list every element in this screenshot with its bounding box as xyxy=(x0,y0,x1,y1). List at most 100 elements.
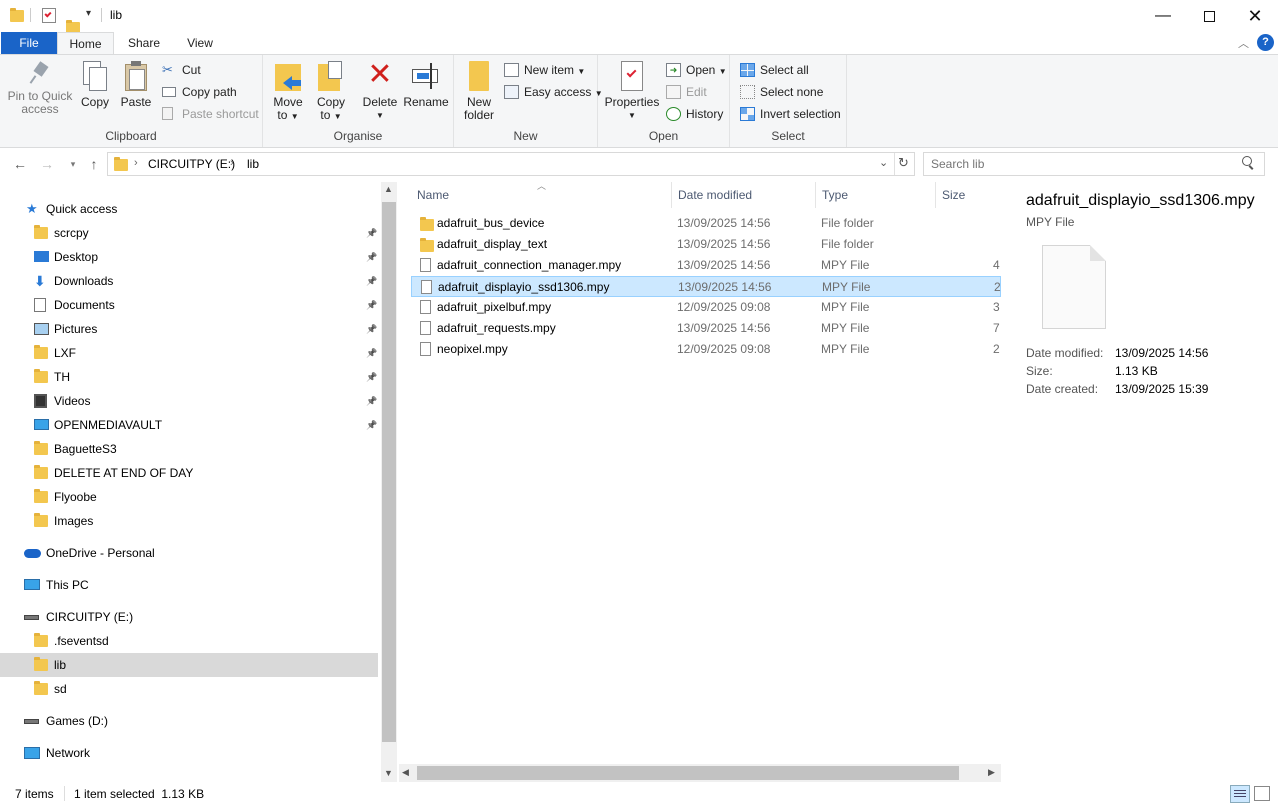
tab-share[interactable]: Share xyxy=(119,32,169,55)
select-none-button[interactable]: Select none xyxy=(740,82,823,102)
sidebar-item-delete-at-end-of-day[interactable]: DELETE AT END OF DAY xyxy=(34,461,378,485)
back-arrow-icon[interactable]: ← xyxy=(11,154,29,174)
refresh-icon[interactable]: ↻ xyxy=(898,155,909,171)
nav-fseventsd[interactable]: .fseventsd xyxy=(34,629,109,653)
nav-drive-e[interactable]: CIRCUITPY (E:) xyxy=(24,605,133,629)
nav-this-pc[interactable]: This PC xyxy=(24,573,89,597)
tab-view[interactable]: View xyxy=(176,32,224,55)
file-name: adafruit_displayio_ssd1306.mpy xyxy=(438,280,610,294)
pin-icon: 📌 xyxy=(366,276,378,286)
cut-button[interactable]: ✂ Cut xyxy=(162,60,201,80)
rename-button[interactable]: Rename xyxy=(403,61,449,109)
file-row[interactable]: neopixel.mpy 12/09/2025 09:08 MPY File 2 K xyxy=(411,339,1001,360)
nav-network[interactable]: Network xyxy=(24,741,90,765)
scroll-right-icon[interactable]: ▶ xyxy=(988,767,995,778)
sidebar-item-downloads[interactable]: ⬇ Downloads 📌 xyxy=(34,269,378,293)
tab-file[interactable]: File xyxy=(1,32,57,55)
invert-selection-button[interactable]: Invert selection xyxy=(740,104,841,124)
scissors-icon: ✂ xyxy=(162,62,173,77)
nav-games-d[interactable]: Games (D:) xyxy=(24,709,108,733)
file-name: adafruit_pixelbuf.mpy xyxy=(437,300,552,314)
select-all-button[interactable]: Select all xyxy=(740,60,809,80)
tab-home[interactable]: Home xyxy=(57,32,114,55)
open-button[interactable]: ➜ Open ▼ xyxy=(666,60,727,80)
breadcrumb-chevron-icon[interactable]: › xyxy=(230,157,234,169)
copy-to-button[interactable]: Copy to ▼ xyxy=(313,61,349,123)
dropdown-arrow-icon: ▼ xyxy=(628,111,636,120)
breadcrumb-lib[interactable]: lib xyxy=(247,157,259,171)
properties-qat-icon[interactable] xyxy=(42,8,56,23)
search-icon[interactable] xyxy=(1242,156,1254,170)
nav-onedrive[interactable]: OneDrive - Personal xyxy=(24,541,155,565)
column-name[interactable]: Name xyxy=(411,182,672,208)
maximize-button[interactable] xyxy=(1186,0,1232,32)
history-button[interactable]: History xyxy=(666,104,723,124)
move-to-button[interactable]: Move to ▼ xyxy=(269,61,307,123)
customize-qat-icon[interactable]: ▾ xyxy=(86,8,91,19)
properties-button[interactable]: Properties ▼ xyxy=(604,61,660,122)
nav-sd[interactable]: sd xyxy=(34,677,67,701)
up-arrow-icon[interactable]: ↑ xyxy=(85,154,103,174)
paste-shortcut-label: Paste shortcut xyxy=(182,107,259,121)
collapse-ribbon-icon[interactable]: ︿ xyxy=(1238,35,1249,51)
paste-shortcut-icon xyxy=(162,107,173,120)
breadcrumb-chevron-icon[interactable]: › xyxy=(134,157,138,169)
paste-shortcut-button[interactable]: Paste shortcut xyxy=(162,104,259,124)
sidebar-item-images[interactable]: Images xyxy=(34,509,378,533)
sidebar-item-scrcpy[interactable]: scrcpy 📌 xyxy=(34,221,378,245)
close-button[interactable]: ✕ xyxy=(1232,0,1278,32)
scroll-up-icon[interactable]: ▲ xyxy=(384,184,393,194)
file-row[interactable]: adafruit_pixelbuf.mpy 12/09/2025 09:08 MPY… xyxy=(411,297,1001,318)
pin-to-quick-access-button[interactable]: Pin to Quick access xyxy=(4,61,76,116)
pin-icon: 📌 xyxy=(366,252,378,262)
delete-button[interactable]: ✕ Delete ▼ xyxy=(361,60,399,122)
sidebar-item-openmediavault[interactable]: OPENMEDIAVAULT 📌 xyxy=(34,413,378,437)
item-count: 7 items xyxy=(15,787,54,801)
easy-access-button[interactable]: Easy access ▼ xyxy=(504,82,603,102)
sidebar-item-lxf[interactable]: LXF 📌 xyxy=(34,341,378,365)
address-bar[interactable]: › CIRCUITPY (E:) › lib ⌄ ↻ xyxy=(107,152,915,176)
edit-button[interactable]: Edit xyxy=(666,82,707,102)
pin-icon: 📌 xyxy=(366,420,378,430)
column-date-modified[interactable]: Date modified xyxy=(672,182,816,208)
sidebar-item-th[interactable]: TH 📌 xyxy=(34,365,378,389)
file-row[interactable]: adafruit_requests.mpy 13/09/2025 14:56 MPY… xyxy=(411,318,1001,339)
scroll-thumb[interactable] xyxy=(382,202,396,742)
nav-lib[interactable]: lib xyxy=(0,653,378,677)
search-input[interactable] xyxy=(931,156,1231,172)
nav-label: sd xyxy=(54,682,67,696)
address-dropdown-icon[interactable]: ⌄ xyxy=(879,156,888,169)
large-icons-view-icon[interactable] xyxy=(1254,786,1270,801)
sidebar-item-documents[interactable]: Documents 📌 xyxy=(34,293,378,317)
new-folder-button[interactable]: New folder xyxy=(462,61,496,122)
minimize-button[interactable]: — xyxy=(1140,0,1186,32)
scroll-down-icon[interactable]: ▼ xyxy=(384,768,393,778)
file-row[interactable]: adafruit_connection_manager.mpy 13/09/202… xyxy=(411,255,1001,276)
details-view-icon[interactable] xyxy=(1230,785,1250,803)
copy-button[interactable]: Copy xyxy=(78,61,112,109)
sidebar-item-pictures[interactable]: Pictures 📌 xyxy=(34,317,378,341)
forward-arrow-icon[interactable]: → xyxy=(38,154,56,174)
file-row[interactable]: adafruit_bus_device 13/09/2025 14:56 File … xyxy=(411,213,1001,234)
new-item-button[interactable]: New item ▼ xyxy=(504,60,585,80)
scroll-thumb[interactable] xyxy=(417,766,959,780)
column-size[interactable]: Size xyxy=(936,182,1001,208)
recent-locations-chevron-icon[interactable]: ▾ xyxy=(64,154,82,174)
paste-button[interactable]: Paste xyxy=(118,61,154,109)
column-type[interactable]: Type xyxy=(816,182,936,208)
sidebar-item-videos[interactable]: Videos 📌 xyxy=(34,389,378,413)
scroll-left-icon[interactable]: ◀ xyxy=(402,767,409,778)
nav-scrollbar[interactable]: ▲ ▼ xyxy=(381,182,397,782)
sidebar-item-desktop[interactable]: Desktop 📌 xyxy=(34,245,378,269)
file-row[interactable]: adafruit_displayio_ssd1306.mpy 13/09/2025… xyxy=(411,276,1001,297)
sidebar-item-baguettes3[interactable]: BaguetteS3 xyxy=(34,437,378,461)
file-row[interactable]: adafruit_display_text 13/09/2025 14:56 Fil… xyxy=(411,234,1001,255)
property-key: Size: xyxy=(1026,364,1053,378)
help-icon[interactable]: ? xyxy=(1257,34,1274,51)
sidebar-item-flyoobe[interactable]: Flyoobe xyxy=(34,485,378,509)
nav-quick-access[interactable]: ★ Quick access xyxy=(26,197,117,221)
file-list-scrollbar[interactable]: ◀ ▶ xyxy=(399,764,1001,782)
copy-path-button[interactable]: Copy path xyxy=(162,82,237,102)
dropdown-arrow-icon: ▼ xyxy=(376,111,384,120)
breadcrumb-drive[interactable]: CIRCUITPY (E:) xyxy=(148,157,235,171)
